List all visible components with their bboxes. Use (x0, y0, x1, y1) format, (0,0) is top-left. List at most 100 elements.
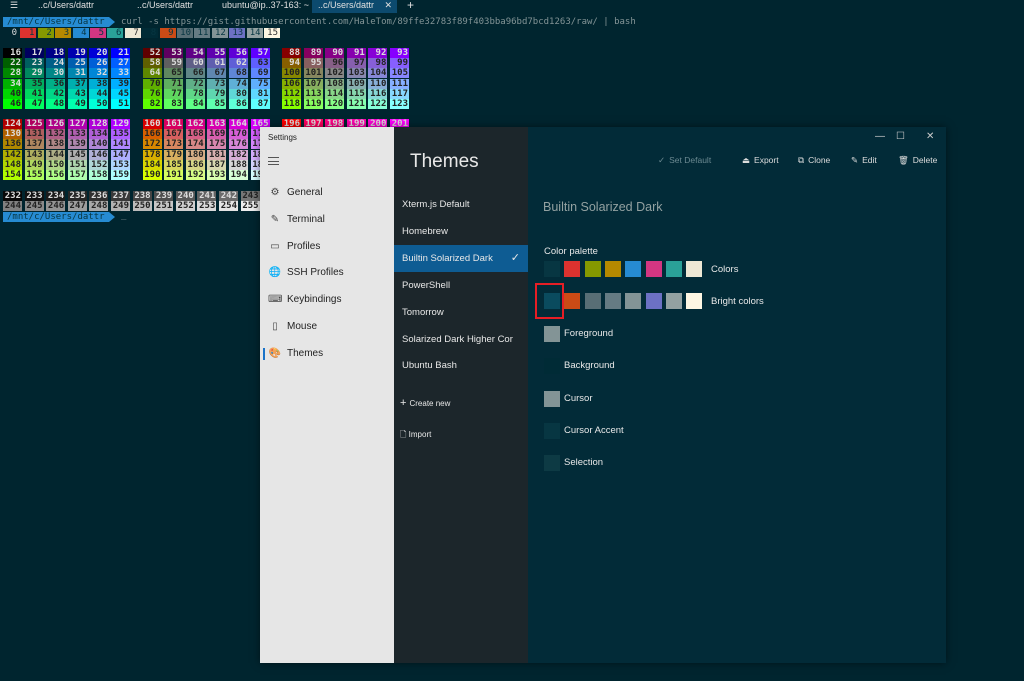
color-cell: 179 (164, 149, 184, 160)
color-cell: 141 (111, 139, 130, 150)
theme-label: Builtin Solarized Dark (402, 252, 493, 264)
sidebar-item-profiles[interactable]: ▭ Profiles (260, 235, 394, 259)
theme-item[interactable]: Xterm.js Default (394, 191, 528, 218)
color-cell: 51 (111, 99, 130, 109)
grayscale-cell: 253 (197, 201, 217, 211)
ansi-color-cell: 11 (194, 28, 211, 38)
tab-bar: ☰ ..c/Users/dattr ..c/Users/dattr ubuntu… (0, 0, 1024, 13)
tab[interactable]: ..c/Users/dattr (137, 0, 193, 13)
property-swatch[interactable] (544, 326, 560, 342)
tab-active[interactable]: ..c/Users/dattr ✕ (312, 0, 397, 13)
menu-icon[interactable]: ☰ (10, 0, 18, 13)
theme-item[interactable]: Homebrew (394, 218, 528, 245)
import-button[interactable]: 🗋 Import (400, 429, 431, 443)
theme-item[interactable]: PowerShell (394, 272, 528, 299)
keyboard-icon: ⌨ (268, 294, 283, 306)
create-new-button[interactable]: + Create new (400, 397, 450, 409)
sidebar-item-mouse[interactable]: ▯ Mouse (260, 315, 394, 339)
color-cell: 88 (282, 48, 301, 58)
theme-label: Solarized Dark Higher Cor (402, 333, 513, 345)
theme-item[interactable]: Tomorrow (394, 299, 528, 326)
color-cell: 145 (67, 149, 87, 160)
bright-color-swatch[interactable] (564, 293, 581, 309)
color-swatch[interactable] (645, 261, 662, 277)
export-button[interactable]: ⏏ Export (742, 155, 779, 166)
color-cell: 186 (185, 159, 205, 170)
property-swatch[interactable] (544, 390, 560, 407)
color-swatch[interactable] (564, 261, 581, 277)
bright-color-swatch[interactable] (645, 293, 662, 309)
color-cell: 105 (390, 68, 409, 79)
property-label: Foreground (564, 328, 614, 339)
color-cell: 56 (228, 48, 248, 58)
color-cell: 178 (142, 149, 162, 160)
sidebar-item-general[interactable]: ⚙ General (260, 181, 394, 205)
sidebar-item-themes[interactable]: 🎨 Themes (260, 342, 394, 366)
color-cell: 136 (3, 139, 22, 150)
property-swatch[interactable] (544, 358, 560, 375)
color-cell: 95 (303, 58, 323, 69)
tab[interactable]: ubuntu@ip..37-163: ~ (222, 0, 309, 13)
bright-color-swatch[interactable] (665, 293, 682, 309)
color-cell: 82 (142, 99, 162, 109)
theme-item[interactable]: Ubuntu Bash (394, 352, 528, 379)
property-label: Cursor (564, 392, 593, 404)
color-cell: 185 (164, 159, 184, 170)
bright-color-swatch[interactable] (604, 293, 621, 309)
new-tab-button[interactable]: + (407, 0, 414, 13)
property-swatch[interactable] (544, 455, 560, 472)
clone-button[interactable]: ⧉ Clone (798, 155, 830, 166)
color-swatch[interactable] (665, 261, 682, 277)
set-default-button[interactable]: ✓ Set Default (658, 155, 711, 166)
tab[interactable]: ..c/Users/dattr (38, 0, 94, 13)
color-cell: 193 (207, 170, 227, 180)
color-cell: 104 (368, 68, 388, 79)
color-cell: 175 (207, 139, 227, 150)
color-swatch[interactable] (584, 261, 601, 277)
close-icon[interactable]: ✕ (384, 0, 392, 10)
color-cell: 66 (185, 68, 205, 79)
minimize-button[interactable]: — (875, 131, 885, 142)
color-cell: 89 (303, 48, 323, 58)
theme-name: Builtin Solarized Dark (543, 200, 663, 214)
sidebar-item-label: General (287, 187, 323, 198)
bright-color-swatch[interactable] (686, 293, 703, 309)
property-swatch[interactable] (544, 422, 560, 439)
sidebar-item-keybindings[interactable]: ⌨ Keybindings (260, 288, 394, 312)
delete-button[interactable]: 🗑 Delete (898, 155, 937, 166)
color-cell: 120 (325, 99, 345, 109)
bright-color-swatch[interactable] (584, 293, 601, 309)
color-cell: 64 (142, 68, 162, 79)
color-cell: 49 (67, 99, 87, 109)
color-cell: 116 (368, 88, 388, 99)
grayscale-cell: 243 (240, 191, 260, 201)
color-cell: 61 (207, 58, 227, 69)
sidebar-item-ssh-profiles[interactable]: 🌐 SSH Profiles (260, 261, 394, 285)
color-swatch[interactable] (625, 261, 642, 277)
color-cell: 92 (368, 48, 388, 58)
color-cell: 35 (24, 78, 44, 89)
color-swatch[interactable] (544, 261, 560, 277)
sidebar-item-label: SSH Profiles (287, 267, 344, 279)
bright-color-swatch[interactable] (625, 293, 642, 309)
theme-label: Homebrew (402, 225, 448, 237)
color-swatch[interactable] (604, 261, 621, 277)
close-window-button[interactable]: ✕ (926, 131, 934, 142)
edit-button[interactable]: ✎ Edit (851, 155, 877, 166)
color-cell: 54 (185, 48, 205, 58)
profiles-icon: ▭ (270, 240, 280, 252)
sidebar-item-terminal[interactable]: ✎ Terminal (260, 208, 394, 232)
hamburger-icon[interactable] (268, 157, 279, 165)
sidebar-item-label: Terminal (287, 213, 325, 225)
color-swatch[interactable] (686, 261, 703, 277)
maximize-button[interactable]: ☐ (896, 131, 905, 142)
color-cell: 190 (142, 170, 162, 180)
color-cell: 79 (207, 88, 227, 99)
ansi-color-cell: 1 (20, 28, 37, 38)
color-cell: 150 (46, 159, 66, 170)
color-cell: 94 (282, 58, 301, 69)
color-cell: 24 (46, 58, 66, 69)
theme-item[interactable]: Builtin Solarized Dark ✓ (394, 244, 528, 272)
theme-item[interactable]: Solarized Dark Higher Cor (394, 326, 528, 353)
ansi-color-cell: 3 (55, 28, 72, 38)
